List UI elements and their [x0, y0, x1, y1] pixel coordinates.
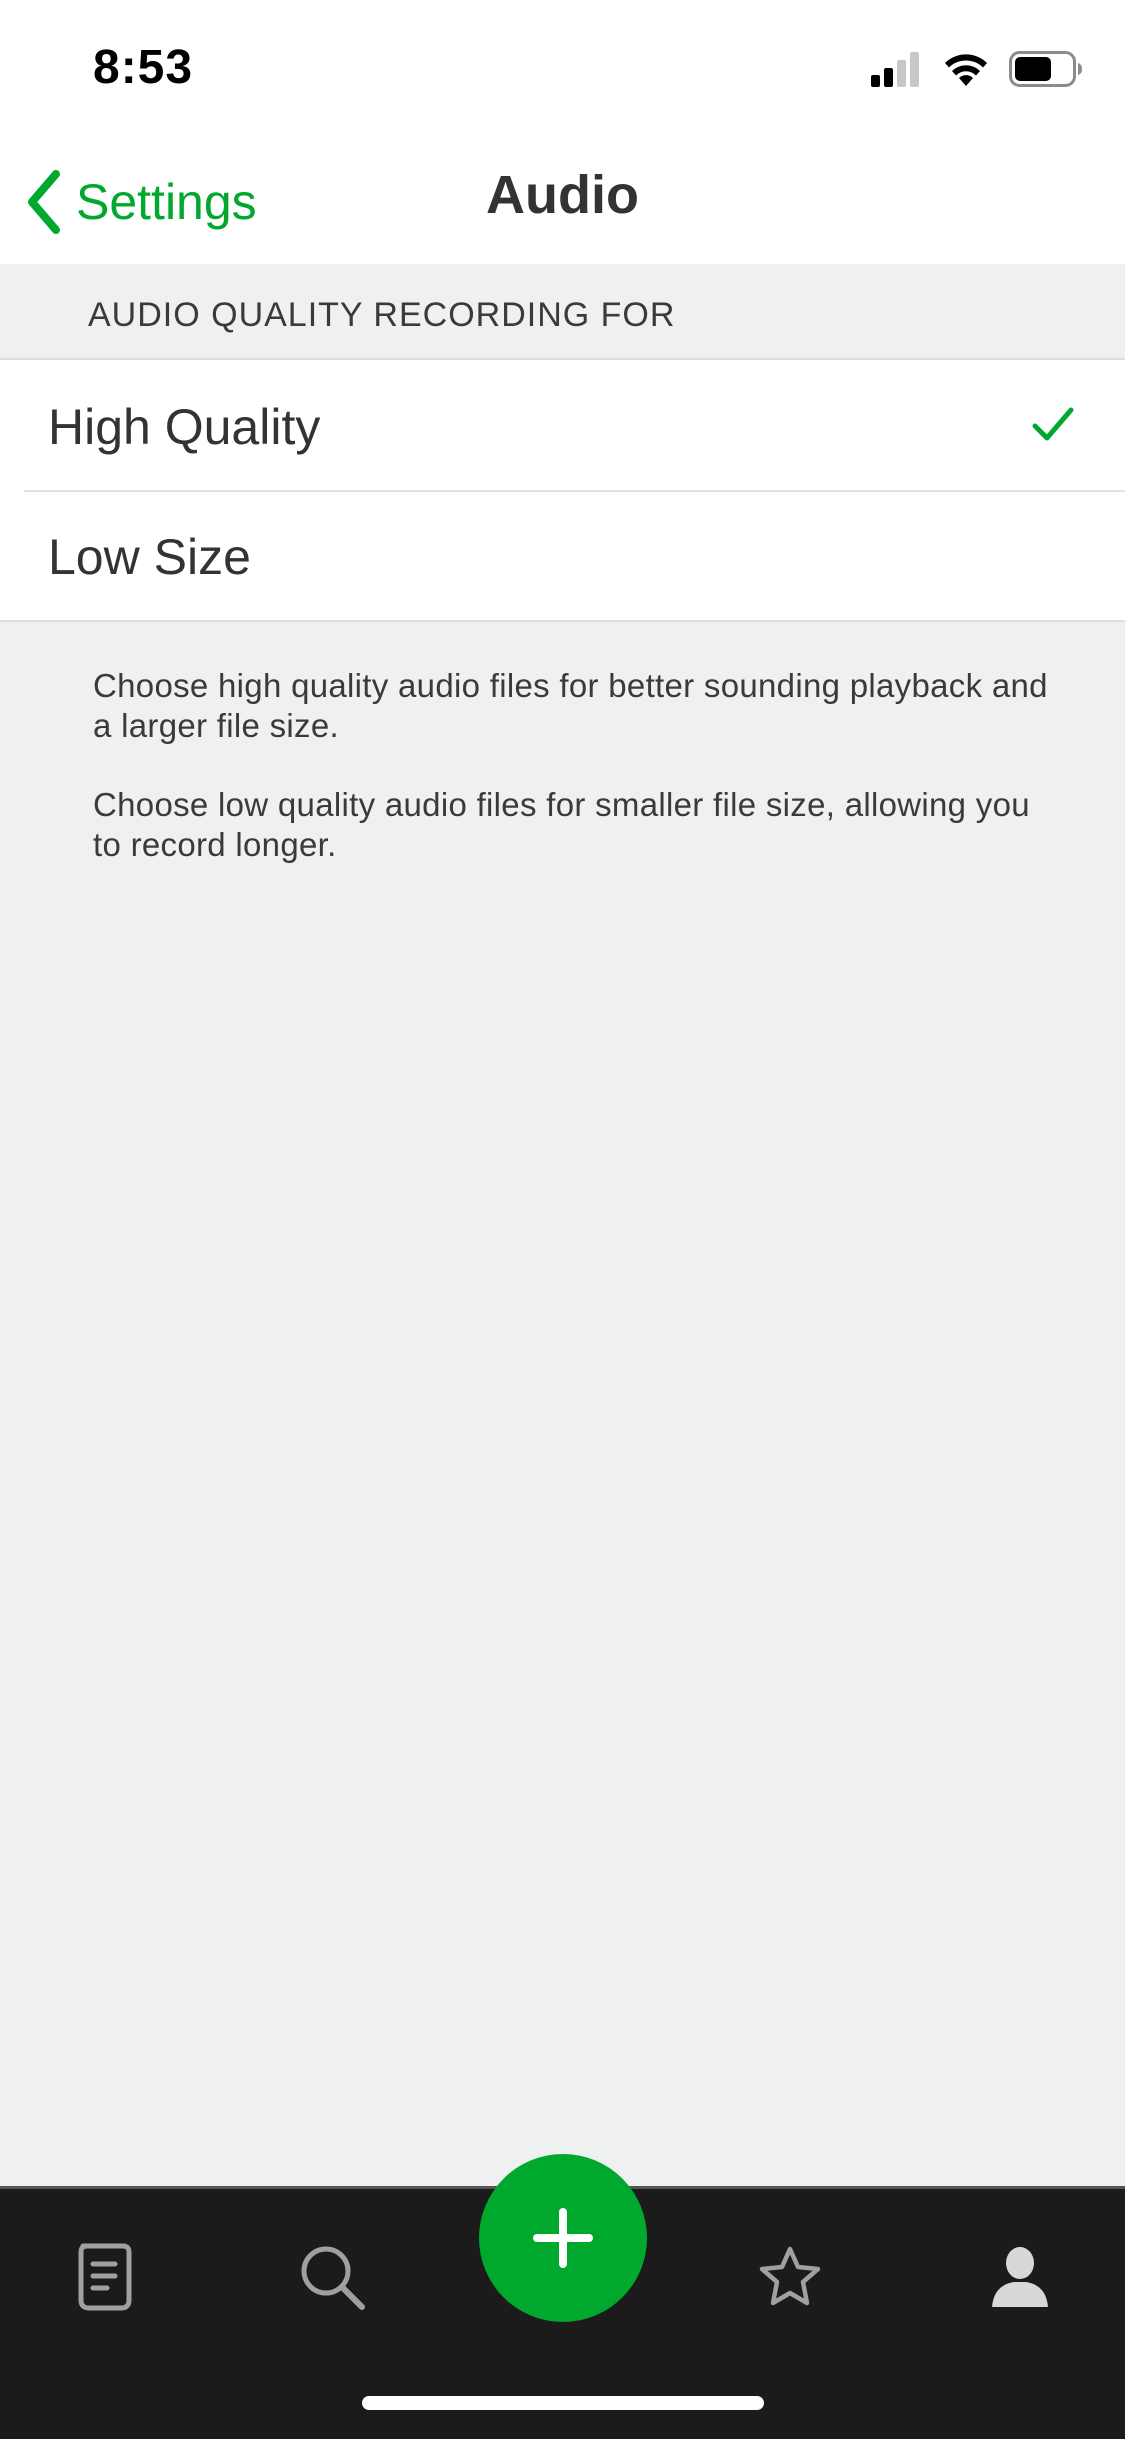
home-indicator — [362, 2396, 764, 2410]
account-icon — [992, 2247, 1048, 2307]
option-label: Low Size — [48, 529, 251, 585]
section-header-label: AUDIO QUALITY RECORDING FOR — [88, 296, 676, 334]
option-label: High Quality — [48, 399, 321, 455]
wifi-icon — [945, 54, 987, 86]
page-title: Audio — [486, 165, 639, 225]
plus-icon — [533, 2208, 593, 2268]
footnote-high-quality: Choose high quality audio files for bett… — [93, 667, 1048, 744]
option-high-quality[interactable]: High Quality — [0, 360, 1125, 490]
tab-shortcuts[interactable] — [750, 2237, 830, 2317]
tab-notes[interactable] — [65, 2237, 145, 2317]
status-bar: 8:53 — [0, 0, 1125, 140]
section-header: AUDIO QUALITY RECORDING FOR — [0, 264, 1125, 360]
tab-account[interactable] — [980, 2237, 1060, 2317]
note-icon — [78, 2243, 132, 2311]
search-icon — [301, 2246, 365, 2310]
option-low-size[interactable]: Low Size — [0, 490, 1125, 620]
footnote-low-quality: Choose low quality audio files for small… — [93, 786, 1030, 863]
tab-search[interactable] — [292, 2237, 372, 2317]
quality-options-list: High Quality Low Size — [0, 360, 1125, 622]
cellular-signal-icon — [871, 52, 919, 87]
checkmark-icon — [1032, 407, 1074, 441]
battery-icon — [1009, 51, 1082, 87]
star-icon — [759, 2246, 821, 2306]
navigation-bar: Settings Audio — [0, 140, 1125, 264]
status-icons — [871, 48, 1083, 90]
status-time: 8:53 — [93, 41, 194, 94]
add-note-button[interactable] — [479, 2154, 647, 2322]
